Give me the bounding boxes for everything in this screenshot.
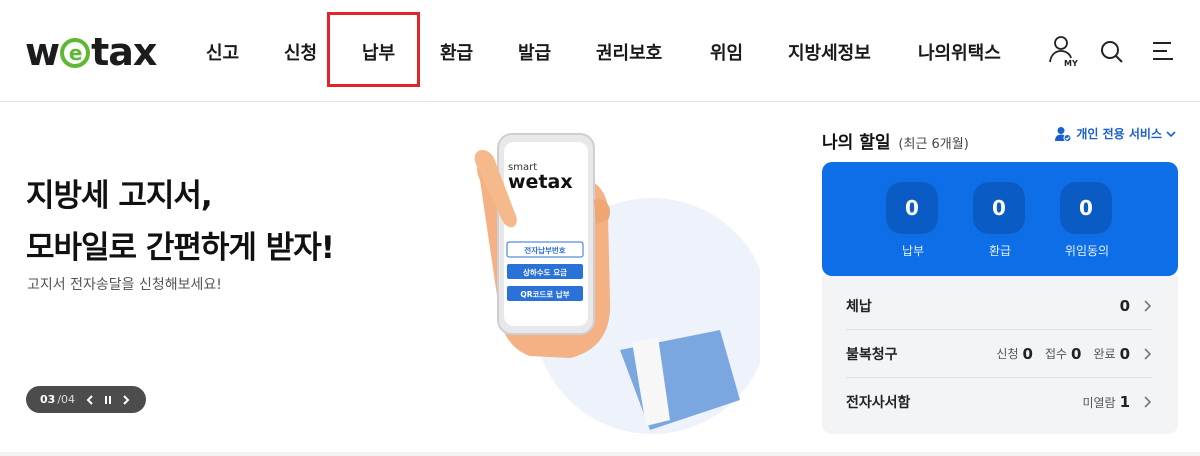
personal-service-dropdown[interactable]: 개인 전용 서비스 — [1054, 125, 1176, 142]
row-appeal[interactable]: 불복청구 신청 0 접수 0 완료 0 — [846, 330, 1152, 378]
prev-slide-button[interactable] — [81, 390, 99, 410]
chevron-right-icon — [123, 394, 130, 405]
section-divider — [0, 452, 1200, 456]
row-appeal-completed-label: 완료 — [1093, 347, 1116, 361]
stat-refund[interactable]: 0 환급 — [973, 182, 1027, 259]
row-arrears-name: 체납 — [846, 298, 872, 315]
stat-payment-label: 납부 — [901, 244, 925, 258]
chevron-down-icon — [1166, 130, 1176, 137]
stat-refund-label: 환급 — [988, 244, 1012, 258]
pause-slide-button[interactable] — [99, 390, 117, 410]
row-appeal-received-value: 0 — [1071, 344, 1082, 363]
pause-icon — [105, 395, 112, 404]
chevron-left-icon — [86, 394, 93, 405]
hero-title-line2: 모바일로 간편하게 받자! — [26, 230, 335, 266]
my-badge: MY — [1064, 59, 1078, 68]
slide-pager: 03 /04 — [26, 386, 146, 413]
user-check-icon — [1055, 126, 1072, 142]
row-arrears-value: 0 — [1119, 296, 1130, 315]
hero-title-line1: 지방세 고지서, — [26, 178, 213, 214]
next-slide-button[interactable] — [117, 390, 135, 410]
row-appeal-received-label: 접수 — [1044, 347, 1068, 361]
hero-title: 지방세 고지서, 모바일로 간편하게 받자! — [26, 170, 335, 274]
row-appeal-applied-label: 신청 — [996, 347, 1019, 361]
stat-refund-value: 0 — [973, 182, 1025, 234]
search-icon[interactable] — [1097, 34, 1129, 68]
row-appeal-name: 불복청구 — [846, 346, 898, 363]
nav-item-payment[interactable]: 납부 — [362, 39, 395, 65]
chevron-right-icon — [1144, 299, 1152, 312]
row-e-mailbox-unread-value: 1 — [1119, 393, 1130, 411]
row-appeal-completed-value: 0 — [1119, 344, 1130, 363]
stat-delegation-consent[interactable]: 0 위임동의 — [1060, 182, 1114, 259]
row-e-mailbox-name: 전자사서함 — [846, 395, 911, 411]
phone-button-1-label: 전자납부번호 — [524, 245, 565, 255]
stat-payment-value: 0 — [886, 182, 938, 234]
phone-button-3-label: QR코드로 납부 — [520, 289, 569, 299]
row-e-mailbox[interactable]: 전자사서함 미열람 1 — [846, 378, 1152, 426]
wetax-logo[interactable]: w e tax — [25, 30, 157, 74]
row-appeal-applied-value: 0 — [1022, 344, 1033, 363]
chevron-right-icon — [1144, 396, 1152, 408]
personal-service-label: 개인 전용 서비스 — [1076, 127, 1162, 141]
nav-item-report[interactable]: 신고 — [206, 39, 239, 65]
stat-payment[interactable]: 0 납부 — [886, 182, 940, 259]
nav-item-issue[interactable]: 발급 — [518, 39, 551, 65]
logo-e-mark: e — [60, 38, 91, 68]
todo-period: (최근 6개월) — [898, 137, 969, 152]
nav-item-rights[interactable]: 권리보호 — [596, 39, 662, 65]
stat-delegation-consent-value: 0 — [1060, 182, 1112, 234]
row-arrears[interactable]: 체납 0 — [846, 282, 1152, 330]
hand-phone-illustration: smart wetax 전자납부번호 상하수도 요금 QR코드로 납부 — [420, 120, 770, 440]
nav-item-delegation[interactable]: 위임 — [710, 39, 743, 65]
menu-icon[interactable] — [1147, 34, 1179, 68]
user-my-icon[interactable]: MY — [1047, 34, 1079, 68]
pager-current: 03 — [40, 393, 56, 406]
logo-text-w: w — [25, 30, 60, 74]
phone-button-2-label: 상하수도 요금 — [523, 267, 567, 277]
row-e-mailbox-unread-label: 미열람 — [1082, 395, 1116, 410]
todo-title-text: 나의 할일 — [822, 133, 891, 153]
my-todo-title: 나의 할일 (최근 6개월) — [822, 128, 969, 153]
stat-delegation-consent-label: 위임동의 — [1064, 244, 1110, 258]
nav-item-refund[interactable]: 환급 — [440, 39, 473, 65]
phone-logo-text: wetax — [508, 171, 573, 193]
chevron-right-icon — [1144, 347, 1152, 360]
nav-item-apply[interactable]: 신청 — [284, 39, 317, 65]
hero-subtitle: 고지서 전자송달을 신청해보세요! — [27, 277, 222, 293]
todo-detail-card: 체납 0 불복청구 신청 0 접수 0 완료 0 전자사서함 미열람 1 — [822, 276, 1178, 434]
nav-item-local-tax-info[interactable]: 지방세정보 — [788, 39, 871, 65]
pager-total: 04 — [61, 393, 76, 406]
logo-text-tax: tax — [91, 30, 157, 74]
todo-summary-card: 0 납부 0 환급 0 위임동의 — [822, 162, 1178, 276]
nav-item-my-wetax[interactable]: 나의위택스 — [918, 39, 1001, 65]
